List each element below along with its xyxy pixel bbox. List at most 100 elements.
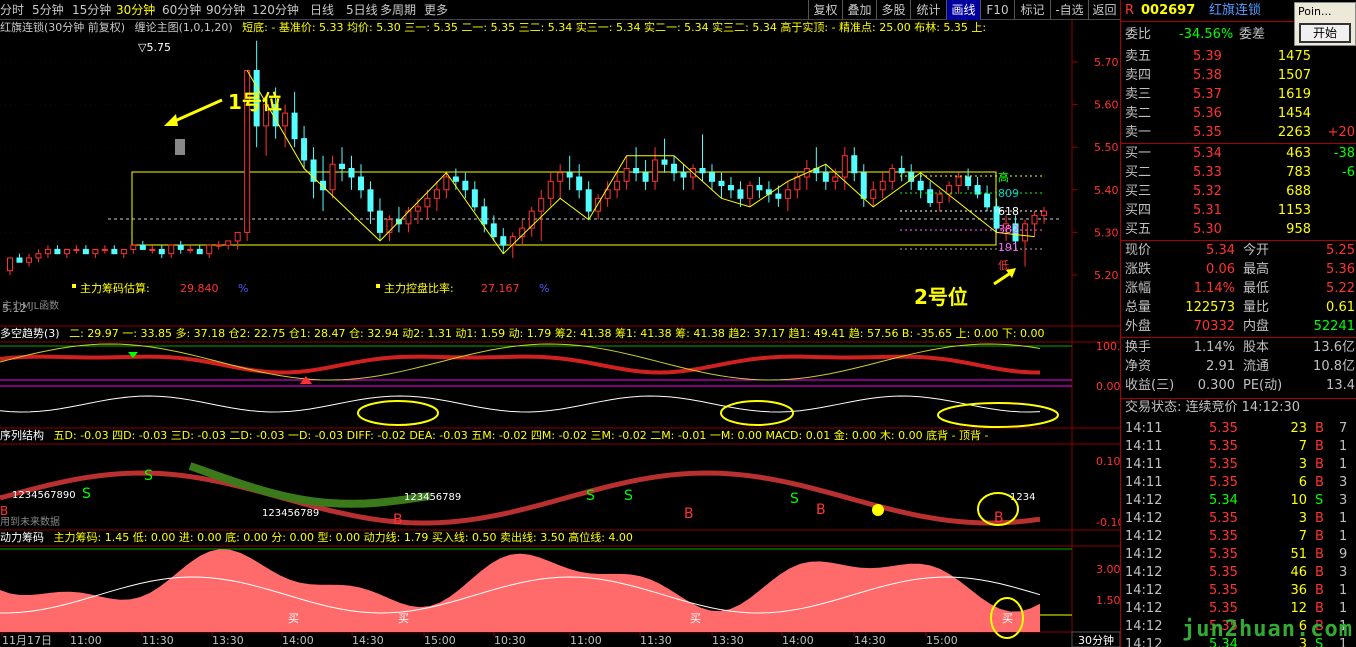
bid-label-3: 买四 <box>1125 203 1152 218</box>
tick-time-1: 14:11 <box>1125 439 1163 454</box>
tick-price-5: 5.35 <box>1209 511 1238 526</box>
p3-seq-3: 123456789 <box>404 492 461 503</box>
candle-body <box>73 248 80 251</box>
candle-body <box>329 163 336 191</box>
candle-body <box>1041 210 1047 216</box>
ask-label-3: 卖二 <box>1125 106 1152 121</box>
candle-body <box>746 185 753 199</box>
candle-body <box>718 180 725 187</box>
panel2-title[interactable]: 多空趋势(3) <box>0 327 60 340</box>
bid-label-1: 买二 <box>1125 165 1152 180</box>
candle-body <box>955 176 962 187</box>
stat2-value-a-0: 1.14% <box>1193 340 1235 355</box>
tick-num-7: 9 <box>1339 547 1348 562</box>
candle-body <box>500 236 507 246</box>
candle-body <box>357 176 364 191</box>
bid-price-3: 5.31 <box>1193 203 1222 218</box>
tick-side-0: B <box>1315 421 1324 436</box>
tick-time-11: 14:12 <box>1125 619 1163 634</box>
candle-body <box>139 244 146 250</box>
tick-side-9: B <box>1315 583 1324 598</box>
candle-body <box>898 168 905 174</box>
indicator-name[interactable]: 缠论主图(1,0,1,20) <box>135 21 233 34</box>
main-chart-header: 红旗连锁(30分钟 前复权) 缠论主图(1,0,1,20) 短底: - 基准价:… <box>0 20 1110 36</box>
candle-body <box>111 248 118 255</box>
candle-body <box>965 176 972 187</box>
candle-body <box>822 172 829 182</box>
candle-body <box>291 112 298 140</box>
candle-body <box>301 138 308 161</box>
candle-body <box>158 248 165 255</box>
x-label-10: 13:30 <box>712 634 744 647</box>
y-label-main-5: 5.20 <box>1094 269 1119 282</box>
zigzag-line <box>246 70 1035 255</box>
y-label-p3-1: -0.10 <box>1096 516 1120 529</box>
tick-num-5: 1 <box>1339 511 1348 526</box>
candle-body <box>177 244 184 250</box>
y-label-main-2: 5.50 <box>1094 141 1119 154</box>
stat-label-a-3: 总量 <box>1125 300 1152 315</box>
y-label-main-1: 5.60 <box>1094 99 1119 112</box>
panel2-header: 多空趋势(3) 二: 29.97 一: 33.85 多: 37.18 仓2: 2… <box>0 326 1110 342</box>
p2-white-line <box>0 395 1041 413</box>
bid-chg-1: -6 <box>1342 165 1355 180</box>
candle-body <box>443 176 450 191</box>
stat-label-a-1: 涨跌 <box>1125 262 1152 277</box>
bid-price-1: 5.33 <box>1193 165 1222 180</box>
tick-time-10: 14:12 <box>1125 601 1163 616</box>
candle-body <box>756 185 763 191</box>
x-label-9: 11:30 <box>640 634 672 647</box>
bid-price-4: 5.30 <box>1193 222 1222 237</box>
y-label-p2-1: 0.00 <box>1096 380 1120 393</box>
candle-body <box>215 244 222 247</box>
candle-body <box>452 176 459 182</box>
stat2-value-b-2: 13.4 <box>1326 378 1355 393</box>
bid-vol-4: 958 <box>1286 222 1311 237</box>
candle-body <box>889 168 896 182</box>
candle-body <box>44 248 51 255</box>
tick-num-8: 3 <box>1339 565 1348 580</box>
candle-body <box>984 193 991 208</box>
stat2-label-b-2: PE(动) <box>1243 378 1283 393</box>
arrowhead-pos1 <box>164 114 178 126</box>
candle-body <box>168 244 175 255</box>
candle-body <box>794 176 801 191</box>
tick-vol-10: 12 <box>1290 601 1307 616</box>
bullet-1 <box>72 284 76 288</box>
p2-yellow-line <box>0 343 1041 381</box>
tick-num-2: 1 <box>1339 457 1348 472</box>
p3-b-1: B <box>684 506 694 522</box>
start-button[interactable]: 开始 <box>1299 23 1351 43</box>
panel3-title[interactable]: 序列结构 <box>0 429 44 442</box>
candle-body <box>642 172 649 182</box>
x-label-13: 15:00 <box>926 634 958 647</box>
candle-body <box>376 210 383 233</box>
bid-vol-0: 463 <box>1286 146 1311 161</box>
tick-num-6: 1 <box>1339 529 1348 544</box>
stat2-value-b-1: 10.8亿 <box>1313 359 1355 374</box>
panel4-title[interactable]: 动力筹码 <box>0 531 44 544</box>
level-tag-0: 高 <box>998 170 1009 184</box>
candle-body <box>471 189 478 208</box>
candle-body <box>339 163 346 170</box>
candle-body <box>25 257 32 263</box>
stat2-label-a-0: 换手 <box>1125 340 1152 355</box>
x-label-11: 14:00 <box>782 634 814 647</box>
tick-num-10: 1 <box>1339 601 1348 616</box>
ask-label-4: 卖一 <box>1125 125 1152 140</box>
stat-value-a-0: 5.34 <box>1206 243 1235 258</box>
stock-code: 002697 <box>1141 3 1196 18</box>
chart-area[interactable]: 5.705.605.505.405.305.20高809618382191低▽5… <box>0 0 1120 647</box>
tick-num-0: 7 <box>1339 421 1348 436</box>
p3-s-2: S <box>586 488 595 504</box>
candle-body <box>348 168 355 178</box>
tick-time-3: 14:11 <box>1125 475 1163 490</box>
tick-side-3: B <box>1315 475 1324 490</box>
y-label-main-3: 5.40 <box>1094 184 1119 197</box>
pct-2: % <box>539 282 549 295</box>
tick-time-0: 14:11 <box>1125 421 1163 436</box>
tick-price-10: 5.35 <box>1209 601 1238 616</box>
stat-value-b-2: 5.22 <box>1326 281 1355 296</box>
tick-price-2: 5.35 <box>1209 457 1238 472</box>
ask-chg-4: +20 <box>1327 125 1355 140</box>
